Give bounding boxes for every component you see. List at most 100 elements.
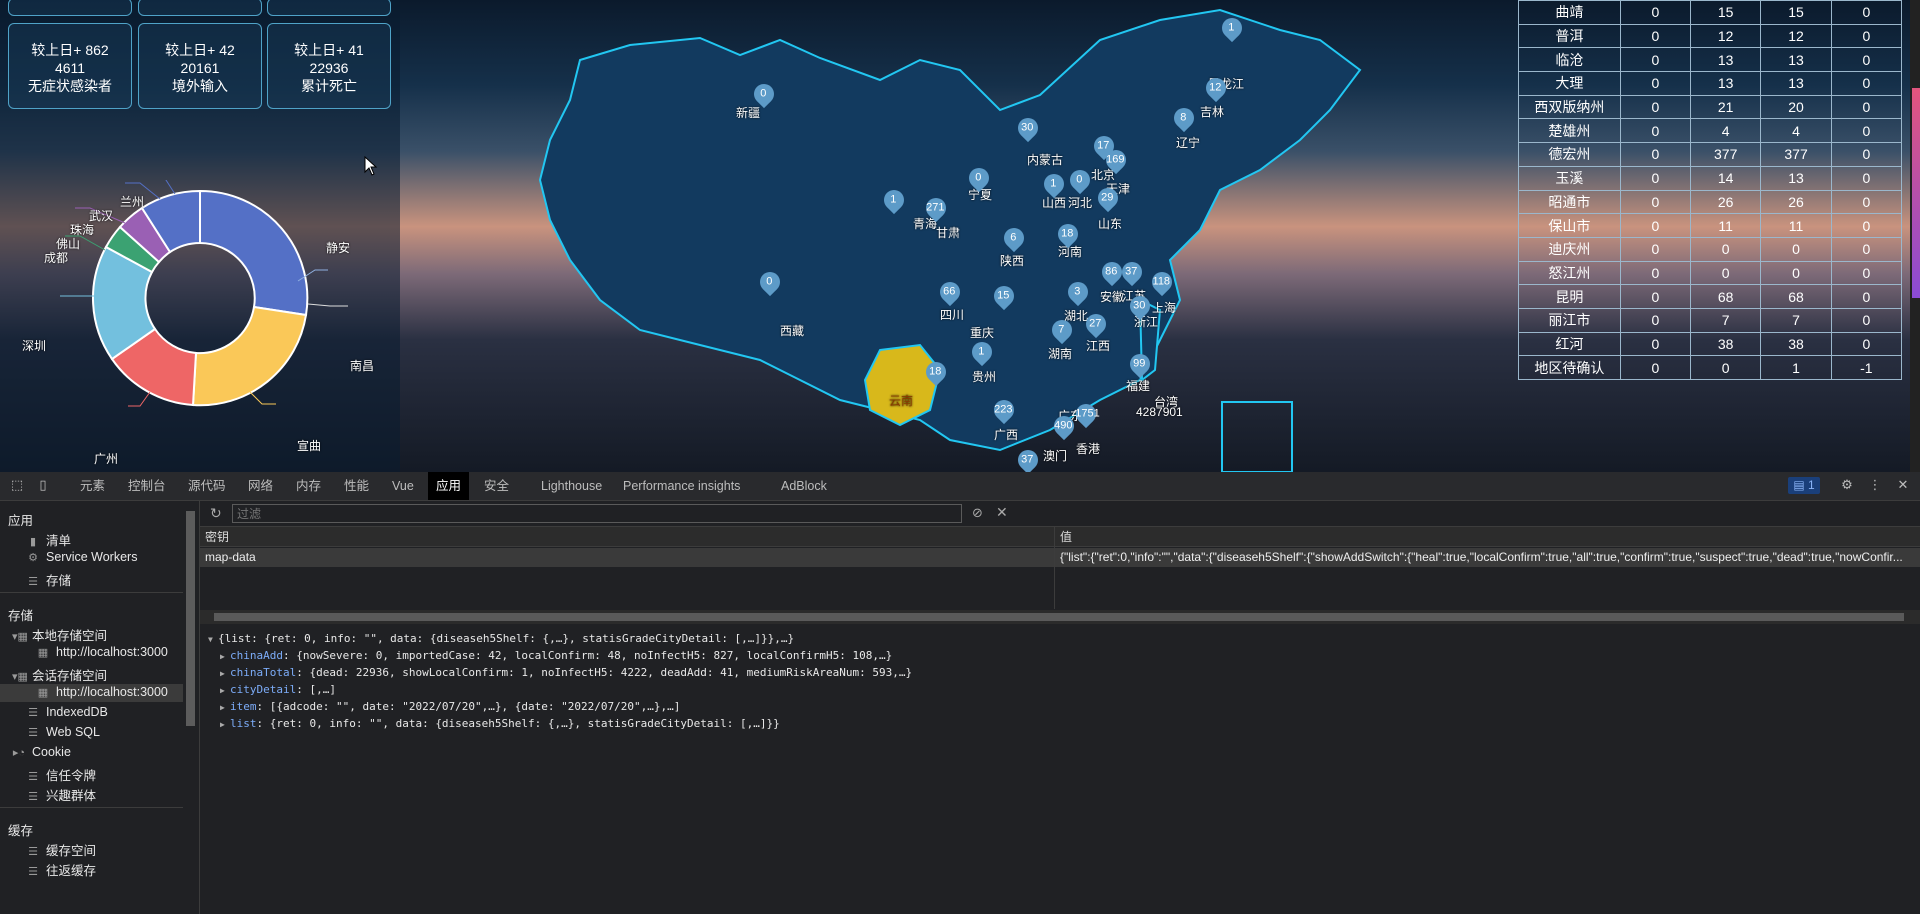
sidebar-item-cookie[interactable]: ▸◔ Cookie bbox=[12, 745, 71, 759]
value-cell: 0 bbox=[1830, 189, 1903, 215]
tab-security[interactable]: 安全 bbox=[484, 472, 509, 500]
donut-label: 南昌 bbox=[350, 359, 375, 373]
storage-main: ↻ ⊘ ✕ 密钥 值 map-data {"list":{"ret":0,"in… bbox=[200, 501, 1920, 914]
province-label: 贵州 bbox=[972, 370, 997, 384]
table-row: 昆明 0 68 68 0 bbox=[1518, 284, 1903, 309]
city-name-cell: 临沧 bbox=[1518, 47, 1621, 73]
sidebar-item-manifest[interactable]: ▮ 清单 bbox=[26, 530, 71, 549]
sidebar-item-local-storage[interactable]: ▾▦ 本地存储空间 bbox=[12, 625, 107, 644]
value-cell: 0 bbox=[1830, 165, 1903, 191]
city-table: 曲靖 0 15 15 0 普洱 0 12 12 0 临沧 0 13 13 0 大理 0 13 13 0 西双版纳州 0 21… bbox=[1518, 0, 1903, 380]
value-cell: 26 bbox=[1760, 189, 1832, 215]
sidebar-scrollbar[interactable] bbox=[183, 501, 200, 914]
sidebar-item-interest-groups[interactable]: ☰ 兴趣群体 bbox=[26, 785, 96, 804]
tab-memory[interactable]: 内存 bbox=[296, 472, 321, 500]
scrollbar-thumb[interactable] bbox=[1912, 88, 1920, 298]
value-cell: 68 bbox=[1689, 284, 1762, 309]
more-options-icon[interactable]: ⋮ bbox=[1868, 478, 1882, 492]
table-hscrollbar[interactable] bbox=[200, 610, 1920, 624]
mouse-cursor-icon bbox=[364, 156, 378, 176]
donut-slice-nanchang[interactable] bbox=[191, 305, 308, 407]
value-cell: 0 bbox=[1619, 260, 1692, 286]
sidebar-item-indexeddb[interactable]: ☰ IndexedDB bbox=[26, 705, 108, 719]
value-cell: 20 bbox=[1760, 94, 1832, 120]
tab-console[interactable]: 控制台 bbox=[128, 472, 166, 500]
column-header-key[interactable]: 密钥 bbox=[200, 527, 1054, 547]
settings-gear-icon[interactable]: ⚙ bbox=[1840, 478, 1854, 492]
stat-card-imported: 较上日+ 42 20161 境外输入 bbox=[138, 23, 262, 109]
sidebar-item-local-origin[interactable]: ▦ http://localhost:3000 bbox=[36, 645, 168, 659]
value-cell: 12 bbox=[1689, 23, 1762, 49]
stat-value: 4611 bbox=[54, 60, 86, 76]
column-header-value[interactable]: 值 bbox=[1055, 527, 1920, 547]
stat-value: 22936 bbox=[309, 60, 349, 76]
city-name-cell: 地区待确认 bbox=[1518, 355, 1621, 380]
table-row: 西双版纳州 0 21 20 0 bbox=[1518, 94, 1903, 120]
sidebar-item-session-storage[interactable]: ▾▦ 会话存储空间 bbox=[12, 665, 107, 684]
value-cell: 0 bbox=[1830, 236, 1903, 262]
sidebar-item-service-workers[interactable]: ⚙ Service Workers bbox=[26, 550, 137, 564]
database-icon: ☰ bbox=[28, 791, 38, 803]
tab-adblock[interactable]: AdBlock bbox=[781, 472, 827, 500]
close-icon[interactable]: ✕ bbox=[1896, 478, 1910, 492]
table-icon: ▾▦ bbox=[12, 631, 28, 643]
donut-slice-jingan[interactable] bbox=[199, 189, 309, 317]
province-label: 吉林 bbox=[1200, 105, 1225, 119]
clear-all-icon[interactable]: ⊘ bbox=[972, 505, 983, 521]
city-name-cell: 保山市 bbox=[1518, 213, 1621, 238]
tree-node[interactable]: ▶ list: {ret: 0, info: "", data: {disease… bbox=[208, 716, 912, 733]
tab-performance[interactable]: 性能 bbox=[344, 472, 369, 500]
value-cell: 0 bbox=[1619, 71, 1692, 96]
value-cell: 0 bbox=[1619, 118, 1692, 144]
donut-label: 静安 bbox=[326, 241, 351, 255]
storage-value-cell[interactable]: {"list":{"ret":0,"info":"","data":{"dise… bbox=[1055, 548, 1920, 567]
sidebar-item-trust-tokens[interactable]: ☰ 信任令牌 bbox=[26, 765, 96, 784]
database-icon: ☰ bbox=[28, 727, 38, 739]
tab-sources[interactable]: 源代码 bbox=[188, 472, 226, 500]
city-name-cell: 红河 bbox=[1518, 331, 1621, 357]
tab-application[interactable]: 应用 bbox=[428, 472, 470, 500]
province-label: 江西 bbox=[1086, 339, 1111, 353]
value-cell: 38 bbox=[1689, 331, 1762, 357]
donut-label: 武汉 bbox=[89, 209, 114, 223]
tab-elements[interactable]: 元素 bbox=[80, 472, 105, 500]
tree-node[interactable]: ▶ item: [{adcode: "", date: "2022/07/20",… bbox=[208, 699, 912, 716]
city-table-panel: 曲靖 0 15 15 0 普洱 0 12 12 0 临沧 0 13 13 0 大理 0 13 13 0 西双版纳州 0 21… bbox=[1518, 0, 1903, 380]
tree-node[interactable]: ▶ chinaTotal: {dead: 22936, showLocalConf… bbox=[208, 665, 912, 682]
sidebar-item-cache-storage[interactable]: ☰ 缓存空间 bbox=[26, 840, 96, 859]
value-cell: 0 bbox=[1830, 142, 1903, 167]
stat-delta: 较上日+ 862 bbox=[31, 42, 109, 58]
tab-performance-insights[interactable]: Performance insights bbox=[623, 472, 740, 500]
page-scrollbar[interactable] bbox=[1910, 0, 1920, 472]
value-cell: 13 bbox=[1689, 71, 1762, 96]
table-row: 普洱 0 12 12 0 bbox=[1518, 23, 1903, 49]
city-name-cell: 昆明 bbox=[1518, 284, 1621, 309]
table-row: 丽江市 0 7 7 0 bbox=[1518, 307, 1903, 333]
value-cell: 0 bbox=[1619, 284, 1692, 309]
devtools-panel: ⬚ ▯ 元素 控制台 源代码 网络 内存 性能 Vue 应用 安全 Lighth… bbox=[0, 472, 1920, 914]
issues-badge[interactable]: ▤ 1 bbox=[1788, 477, 1820, 494]
tab-vue[interactable]: Vue bbox=[392, 472, 414, 500]
tree-root[interactable]: ▼ {list: {ret: 0, info: "", data: {diseas… bbox=[208, 631, 912, 648]
storage-key-cell[interactable]: map-data bbox=[200, 548, 1054, 567]
tree-node[interactable]: ▶ chinaAdd: {nowSevere: 0, importedCase: … bbox=[208, 648, 912, 665]
gear-icon: ⚙ bbox=[28, 552, 38, 564]
sidebar-item-websql[interactable]: ☰ Web SQL bbox=[26, 725, 100, 739]
tab-lighthouse[interactable]: Lighthouse bbox=[541, 472, 602, 500]
value-cell: 0 bbox=[1689, 355, 1762, 380]
inspect-element-icon[interactable]: ⬚ bbox=[10, 478, 24, 492]
province-label: 内蒙古 bbox=[1027, 153, 1064, 167]
tab-network[interactable]: 网络 bbox=[248, 472, 273, 500]
table-icon: ▦ bbox=[37, 687, 49, 699]
delete-selected-icon[interactable]: ✕ bbox=[996, 504, 1008, 521]
sidebar-item-storage[interactable]: ☰ 存储 bbox=[26, 570, 71, 589]
refresh-icon[interactable]: ↻ bbox=[210, 505, 222, 522]
sidebar-item-bfcache[interactable]: ☰ 往返缓存 bbox=[26, 860, 96, 879]
table-row: 迪庆州 0 0 0 0 bbox=[1518, 236, 1903, 262]
value-cell: 0 bbox=[1619, 307, 1692, 333]
device-toolbar-icon[interactable]: ▯ bbox=[36, 478, 50, 492]
filter-input[interactable] bbox=[232, 504, 962, 523]
dashboard-page: 较上日+ 862 4611 无症状感染者 较上日+ 42 20161 境外输入 … bbox=[0, 0, 1920, 472]
sidebar-item-session-origin[interactable]: ▦ http://localhost:3000 bbox=[36, 685, 168, 699]
tree-node[interactable]: ▶ cityDetail: [,…] bbox=[208, 682, 912, 699]
